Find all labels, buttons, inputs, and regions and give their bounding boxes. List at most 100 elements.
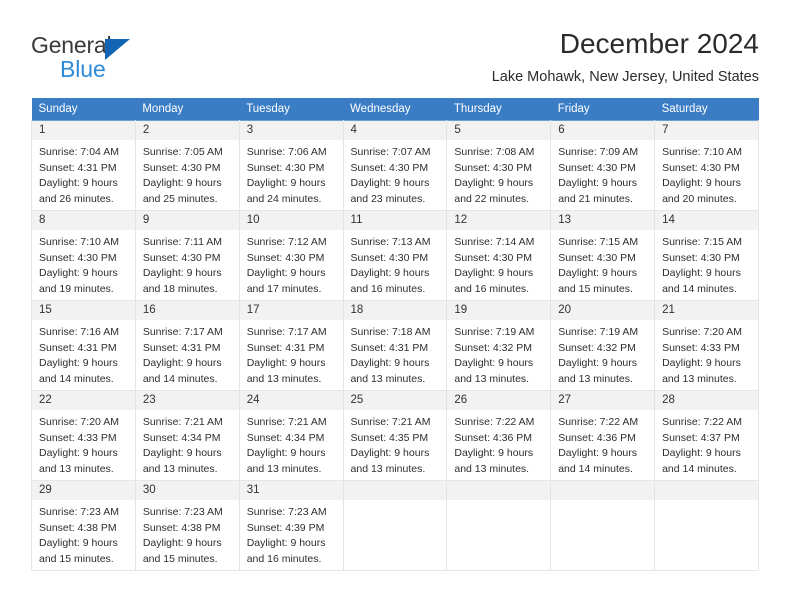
day-cell[interactable]: 13 Sunrise: 7:15 AM Sunset: 4:30 PM Dayl… [550,210,656,301]
day-cell[interactable]: 14 Sunrise: 7:15 AM Sunset: 4:30 PM Dayl… [654,210,759,301]
day-number: 10 [239,211,343,230]
calendar-head: Sunday Monday Tuesday Wednesday Thursday… [31,98,759,121]
day-cell[interactable]: 2 Sunrise: 7:05 AM Sunset: 4:30 PM Dayli… [134,120,240,211]
day-cell[interactable]: 8 Sunrise: 7:10 AM Sunset: 4:30 PM Dayli… [31,210,136,301]
day-cell[interactable]: 31 Sunrise: 7:23 AM Sunset: 4:39 PM Dayl… [238,480,344,571]
day-details: Sunrise: 7:21 AM Sunset: 4:35 PM Dayligh… [344,410,447,477]
sunrise-text: Sunrise: 7:14 AM [454,236,535,248]
sunrise-text: Sunrise: 7:04 AM [39,146,119,158]
calendar-week-row: 22 Sunrise: 7:20 AM Sunset: 4:33 PM Dayl… [31,390,759,481]
daylight-text-line1: Daylight: 9 hours [558,357,638,370]
day-cell[interactable]: 22 Sunrise: 7:20 AM Sunset: 4:33 PM Dayl… [31,390,136,481]
day-cell[interactable]: 5 Sunrise: 7:08 AM Sunset: 4:30 PM Dayli… [446,120,552,211]
day-cell[interactable]: 4 Sunrise: 7:07 AM Sunset: 4:30 PM Dayli… [342,120,448,211]
sunset-text: Sunset: 4:31 PM [39,341,117,354]
daylight-text-line2: and 25 minutes. [142,192,218,205]
daylight-text-line1: Daylight: 9 hours [454,177,534,190]
day-number: 9 [135,211,239,230]
daylight-text-line2: and 13 minutes. [350,462,426,475]
day-cell[interactable]: 19 Sunrise: 7:19 AM Sunset: 4:32 PM Dayl… [446,300,552,391]
day-number: 7 [655,121,758,140]
sunset-text: Sunset: 4:33 PM [662,341,740,354]
daylight-text-line1: Daylight: 9 hours [39,447,118,460]
day-number: 20 [551,301,655,320]
daylight-text-line1: Daylight: 9 hours [662,447,741,460]
weekday-header-sunday: Sunday [31,98,136,121]
day-number: 22 [32,391,135,410]
day-details: Sunrise: 7:15 AM Sunset: 4:30 PM Dayligh… [551,230,654,297]
day-cell[interactable]: 24 Sunrise: 7:21 AM Sunset: 4:34 PM Dayl… [238,390,344,481]
daylight-text-line2: and 14 minutes. [142,372,218,385]
day-cell[interactable]: 17 Sunrise: 7:17 AM Sunset: 4:31 PM Dayl… [238,300,344,391]
title-block: December 2024 Lake Mohawk, New Jersey, U… [492,26,759,85]
day-cell[interactable]: 16 Sunrise: 7:17 AM Sunset: 4:31 PM Dayl… [134,300,240,391]
day-cell[interactable]: 7 Sunrise: 7:10 AM Sunset: 4:30 PM Dayli… [654,120,759,211]
day-details: Sunrise: 7:05 AM Sunset: 4:30 PM Dayligh… [136,140,239,207]
daylight-text-line2: and 19 minutes. [39,282,114,295]
sunrise-text: Sunrise: 7:15 AM [558,236,639,248]
day-cell[interactable]: 23 Sunrise: 7:21 AM Sunset: 4:34 PM Dayl… [134,390,240,481]
day-details: Sunrise: 7:17 AM Sunset: 4:31 PM Dayligh… [136,320,239,387]
day-cell[interactable]: 28 Sunrise: 7:22 AM Sunset: 4:37 PM Dayl… [654,390,759,481]
day-cell[interactable]: 3 Sunrise: 7:06 AM Sunset: 4:30 PM Dayli… [238,120,344,211]
daylight-text-line1: Daylight: 9 hours [558,177,638,190]
day-cell[interactable]: 27 Sunrise: 7:22 AM Sunset: 4:36 PM Dayl… [550,390,656,481]
sunset-text: Sunset: 4:30 PM [39,251,117,264]
sunset-text: Sunset: 4:30 PM [142,161,221,174]
daylight-text-line2: and 16 minutes. [454,282,530,295]
daylight-text-line1: Daylight: 9 hours [39,537,118,550]
day-cell[interactable]: 18 Sunrise: 7:18 AM Sunset: 4:31 PM Dayl… [342,300,448,391]
weekday-header-tuesday: Tuesday [239,98,344,121]
sunrise-text: Sunrise: 7:10 AM [662,146,743,158]
sunrise-text: Sunrise: 7:19 AM [558,326,639,338]
weekday-header-monday: Monday [135,98,240,121]
day-cell[interactable]: 21 Sunrise: 7:20 AM Sunset: 4:33 PM Dayl… [654,300,759,391]
day-cell[interactable]: 10 Sunrise: 7:12 AM Sunset: 4:30 PM Dayl… [238,210,344,301]
calendar-week-row: 8 Sunrise: 7:10 AM Sunset: 4:30 PM Dayli… [31,210,759,301]
sunrise-text: Sunrise: 7:21 AM [246,416,327,428]
sunrise-text: Sunrise: 7:12 AM [246,236,327,248]
sunset-text: Sunset: 4:34 PM [142,431,221,444]
daylight-text-line1: Daylight: 9 hours [142,537,222,550]
day-cell[interactable]: 15 Sunrise: 7:16 AM Sunset: 4:31 PM Dayl… [31,300,136,391]
day-cell[interactable]: 29 Sunrise: 7:23 AM Sunset: 4:38 PM Dayl… [31,480,136,571]
daylight-text-line2: and 15 minutes. [39,552,114,565]
day-details: Sunrise: 7:13 AM Sunset: 4:30 PM Dayligh… [344,230,447,297]
daylight-text-line1: Daylight: 9 hours [39,177,118,190]
sunrise-text: Sunrise: 7:23 AM [39,506,119,518]
day-cell[interactable]: 30 Sunrise: 7:23 AM Sunset: 4:38 PM Dayl… [134,480,240,571]
day-cell[interactable]: 11 Sunrise: 7:13 AM Sunset: 4:30 PM Dayl… [342,210,448,301]
day-cell[interactable]: 20 Sunrise: 7:19 AM Sunset: 4:32 PM Dayl… [550,300,656,391]
daylight-text-line2: and 14 minutes. [39,372,114,385]
day-number: 6 [551,121,655,140]
day-number: 21 [655,301,758,320]
sunset-text: Sunset: 4:30 PM [662,161,740,174]
sunset-text: Sunset: 4:31 PM [350,341,429,354]
day-cell[interactable]: 6 Sunrise: 7:09 AM Sunset: 4:30 PM Dayli… [550,120,656,211]
day-cell[interactable]: 1 Sunrise: 7:04 AM Sunset: 4:31 PM Dayli… [31,120,136,211]
day-cell[interactable]: 25 Sunrise: 7:21 AM Sunset: 4:35 PM Dayl… [342,390,448,481]
day-cell-empty [446,480,552,571]
day-cell[interactable]: 12 Sunrise: 7:14 AM Sunset: 4:30 PM Dayl… [446,210,552,301]
day-details: Sunrise: 7:22 AM Sunset: 4:36 PM Dayligh… [447,410,550,477]
sunset-text: Sunset: 4:35 PM [350,431,429,444]
day-number: 1 [32,121,135,140]
daylight-text-line1: Daylight: 9 hours [142,447,222,460]
day-number [551,481,655,500]
sunrise-text: Sunrise: 7:10 AM [39,236,119,248]
sunset-text: Sunset: 4:38 PM [39,521,117,534]
page-subtitle: Lake Mohawk, New Jersey, United States [491,69,759,86]
daylight-text-line1: Daylight: 9 hours [558,447,638,460]
day-cell[interactable]: 9 Sunrise: 7:11 AM Sunset: 4:30 PM Dayli… [134,210,240,301]
daylight-text-line2: and 14 minutes. [558,462,633,475]
day-details: Sunrise: 7:10 AM Sunset: 4:30 PM Dayligh… [655,140,758,207]
page-header: General Blue December 2024 Lake Mohawk, … [0,0,792,86]
daylight-text-line2: and 13 minutes. [454,372,530,385]
calendar-week-row: 15 Sunrise: 7:16 AM Sunset: 4:31 PM Dayl… [31,300,759,391]
daylight-text-line2: and 15 minutes. [558,282,633,295]
daylight-text-line2: and 26 minutes. [39,192,114,205]
day-number: 5 [447,121,551,140]
daylight-text-line1: Daylight: 9 hours [39,357,118,370]
day-cell[interactable]: 26 Sunrise: 7:22 AM Sunset: 4:36 PM Dayl… [446,390,552,481]
daylight-text-line1: Daylight: 9 hours [350,177,430,190]
